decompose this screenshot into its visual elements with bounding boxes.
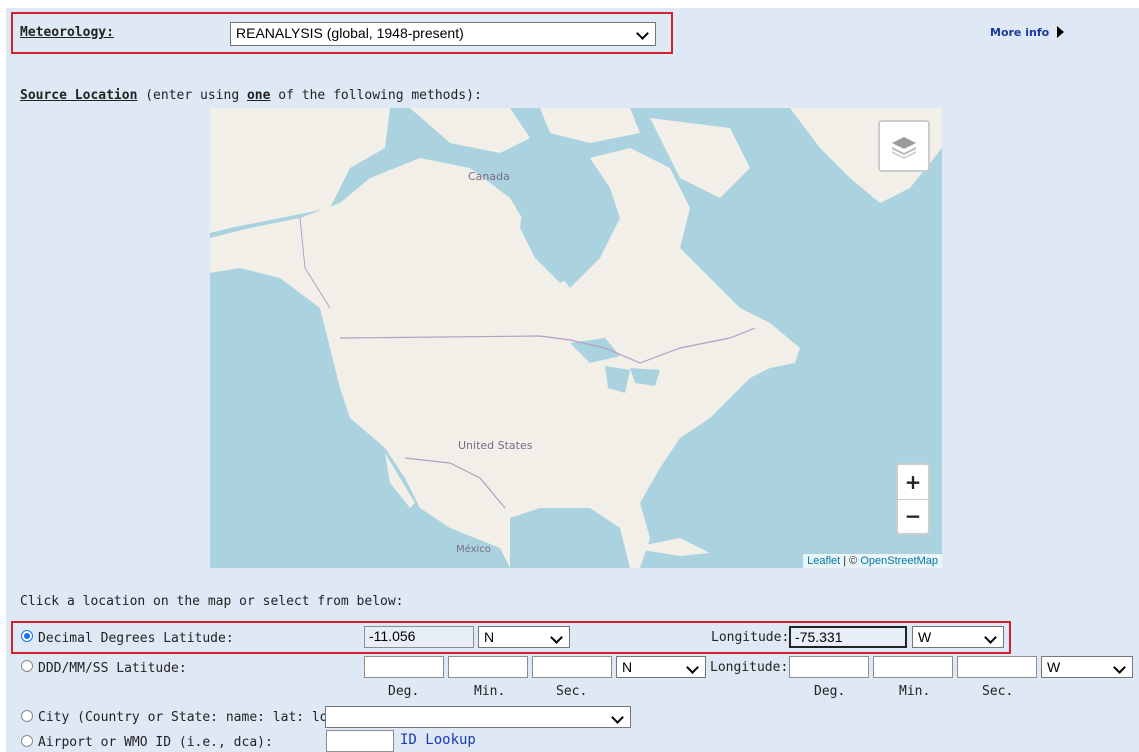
triangle-right-icon bbox=[1057, 26, 1065, 38]
airport-radio[interactable] bbox=[21, 735, 33, 747]
zoom-out-button[interactable]: − bbox=[898, 500, 928, 534]
city-select[interactable] bbox=[325, 706, 631, 728]
chevron-down-icon bbox=[636, 27, 649, 40]
map-label-canada: Canada bbox=[468, 170, 510, 183]
ddd-latitude-seconds-input[interactable] bbox=[532, 656, 612, 678]
decimal-latitude-input[interactable]: -11.056 bbox=[364, 626, 474, 648]
ddd-lat-deg-caption: Deg. bbox=[388, 684, 420, 699]
decimal-longitude-direction-value: W bbox=[918, 629, 932, 645]
ddd-longitude-minutes-input[interactable] bbox=[873, 656, 953, 678]
ddd-lon-min-caption: Min. bbox=[899, 684, 931, 699]
chevron-down-icon bbox=[984, 631, 997, 644]
ddd-longitude-direction-value: W bbox=[1047, 659, 1061, 675]
map-instruction: Click a location on the map or select fr… bbox=[20, 594, 404, 609]
decimal-degrees-label: Decimal Degrees Latitude: bbox=[38, 631, 234, 646]
ddd-longitude-degrees-input[interactable] bbox=[789, 656, 869, 678]
ddd-longitude-label: Longitude: bbox=[710, 660, 789, 675]
map-tiles: Canada United States México bbox=[210, 108, 942, 568]
meteorology-select[interactable]: REANALYSIS (global, 1948-present) bbox=[230, 22, 656, 46]
map-label-mexico: México bbox=[456, 543, 491, 555]
decimal-longitude-input[interactable]: -75.331 bbox=[789, 626, 907, 648]
ddd-lon-deg-caption: Deg. bbox=[814, 684, 846, 699]
city-radio[interactable] bbox=[21, 710, 33, 722]
chevron-down-icon bbox=[686, 661, 699, 674]
decimal-latitude-direction-value: N bbox=[484, 629, 495, 645]
id-lookup-link[interactable]: ID Lookup bbox=[400, 732, 476, 748]
chevron-down-icon bbox=[1113, 661, 1126, 674]
attribution-separator: | © bbox=[840, 555, 861, 567]
ddd-lon-sec-caption: Sec. bbox=[982, 684, 1014, 699]
source-location-label: Source Location bbox=[20, 88, 138, 103]
chevron-down-icon bbox=[550, 631, 563, 644]
more-info-label: More info bbox=[990, 26, 1050, 39]
layers-button[interactable] bbox=[878, 120, 930, 172]
city-label: City (Country or State: name: lat: lon): bbox=[38, 710, 352, 725]
airport-id-input[interactable] bbox=[326, 730, 394, 752]
openstreetmap-link[interactable]: OpenStreetMap bbox=[860, 555, 938, 567]
location-map[interactable]: Canada United States México + − Leaflet … bbox=[210, 108, 942, 568]
ddd-longitude-direction-select[interactable]: W bbox=[1041, 656, 1133, 678]
map-label-united-states: United States bbox=[458, 439, 533, 452]
decimal-longitude-label: Longitude: bbox=[711, 630, 790, 645]
ddd-mm-ss-label: DDD/MM/SS Latitude: bbox=[38, 661, 187, 676]
meteorology-label: Meteorology: bbox=[20, 25, 114, 40]
decimal-degrees-radio[interactable] bbox=[21, 630, 33, 642]
ddd-latitude-degrees-input[interactable] bbox=[364, 656, 444, 678]
ddd-lat-min-caption: Min. bbox=[474, 684, 506, 699]
airport-label: Airport or WMO ID (i.e., dca): bbox=[38, 735, 273, 750]
source-location-hint-prefix: (enter using bbox=[137, 88, 247, 103]
ddd-longitude-seconds-input[interactable] bbox=[957, 656, 1037, 678]
leaflet-link[interactable]: Leaflet bbox=[807, 555, 840, 567]
layers-icon bbox=[892, 137, 916, 159]
source-location-hint-emph: one bbox=[246, 88, 271, 103]
source-location-hint-suffix: of the following methods): bbox=[270, 88, 482, 103]
ddd-latitude-minutes-input[interactable] bbox=[448, 656, 528, 678]
decimal-longitude-direction-select[interactable]: W bbox=[912, 626, 1004, 648]
source-location-heading: Source Location (enter using one of the … bbox=[20, 88, 482, 103]
map-attribution: Leaflet | © OpenStreetMap bbox=[803, 554, 942, 568]
zoom-in-button[interactable]: + bbox=[898, 465, 928, 500]
ddd-lat-sec-caption: Sec. bbox=[556, 684, 588, 699]
decimal-latitude-direction-select[interactable]: N bbox=[478, 626, 570, 648]
more-info-link[interactable]: More info bbox=[990, 26, 1065, 39]
ddd-mm-ss-radio[interactable] bbox=[21, 660, 33, 672]
zoom-control: + − bbox=[896, 463, 930, 535]
meteorology-select-value: REANALYSIS (global, 1948-present) bbox=[236, 25, 464, 41]
ddd-latitude-direction-value: N bbox=[622, 659, 633, 675]
chevron-down-icon bbox=[611, 711, 624, 724]
ddd-latitude-direction-select[interactable]: N bbox=[616, 656, 706, 678]
